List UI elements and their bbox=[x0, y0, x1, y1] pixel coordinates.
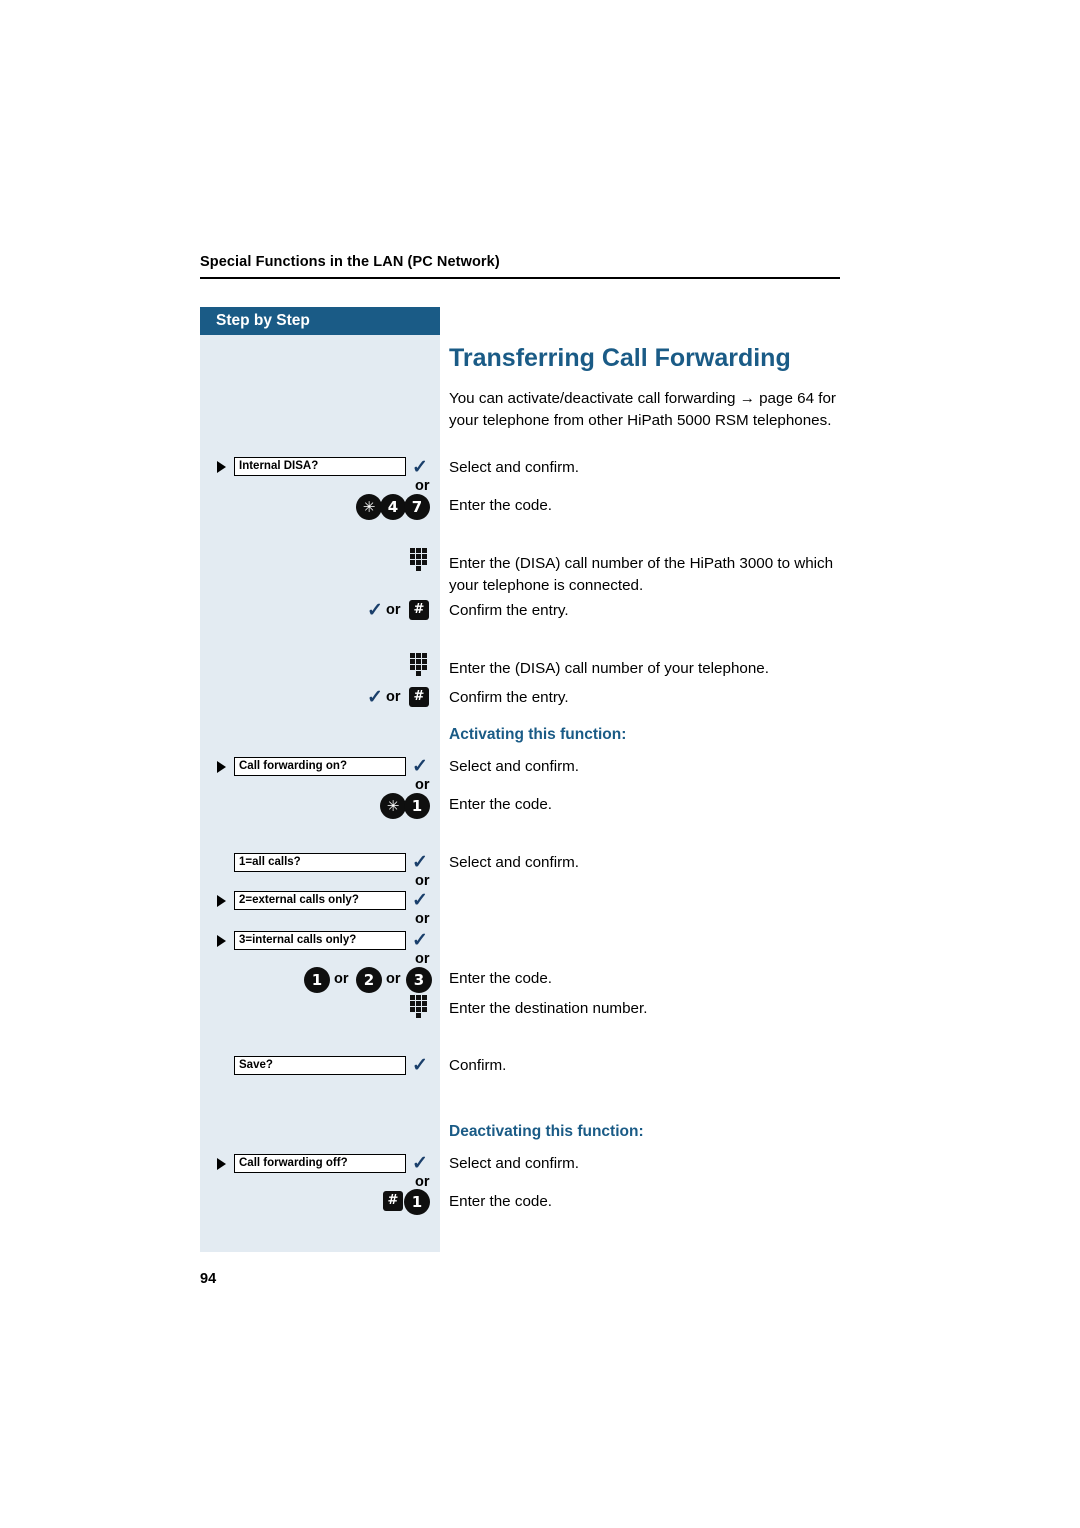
option-internal-disa[interactable]: Internal DISA? bbox=[234, 457, 406, 476]
section-header: Special Functions in the LAN (PC Network… bbox=[200, 254, 500, 270]
checkmark-icon: ✓ bbox=[412, 930, 428, 951]
keypad-icon bbox=[410, 548, 429, 571]
key-3[interactable]: 3 bbox=[406, 967, 432, 993]
document-page: Special Functions in the LAN (PC Network… bbox=[0, 0, 1080, 1528]
key-4[interactable]: 4 bbox=[380, 494, 406, 520]
step-text-destination-number: Enter the destination number. bbox=[449, 1000, 648, 1017]
option-external-calls-only[interactable]: 2=external calls only? bbox=[234, 891, 406, 910]
subheading-deactivating: Deactivating this function: bbox=[449, 1123, 644, 1140]
key-2[interactable]: 2 bbox=[356, 967, 382, 993]
or-label: or bbox=[415, 873, 430, 889]
step-text-select-confirm-1: Select and confirm. bbox=[449, 459, 579, 476]
step-text-confirm-entry-1: Confirm the entry. bbox=[449, 602, 569, 619]
keypad-icon bbox=[410, 995, 429, 1018]
key-star[interactable]: ✳ bbox=[356, 494, 382, 520]
checkmark-icon: ✓ bbox=[412, 890, 428, 911]
header-divider bbox=[200, 277, 840, 279]
subheading-activating: Activating this function: bbox=[449, 726, 627, 743]
option-internal-calls-only[interactable]: 3=internal calls only? bbox=[234, 931, 406, 950]
step-text-enter-code-1: Enter the code. bbox=[449, 497, 553, 514]
key-1[interactable]: 1 bbox=[304, 967, 330, 993]
or-label: or bbox=[415, 777, 430, 793]
key-1[interactable]: 1 bbox=[404, 1189, 430, 1215]
page-number: 94 bbox=[200, 1271, 217, 1287]
checkmark-icon: ✓ bbox=[412, 1153, 428, 1174]
option-call-forwarding-off[interactable]: Call forwarding off? bbox=[234, 1154, 406, 1173]
step-by-step-banner: Step by Step bbox=[200, 307, 440, 335]
key-hash[interactable]: # bbox=[409, 687, 429, 707]
intro-paragraph: You can activate/deactivate call forward… bbox=[449, 390, 836, 429]
or-label: or bbox=[415, 478, 430, 494]
or-label: or bbox=[334, 971, 349, 987]
checkmark-icon: ✓ bbox=[412, 852, 428, 873]
step-text-disa-your-phone: Enter the (DISA) call number of your tel… bbox=[449, 660, 769, 677]
step-text-select-confirm-3: Select and confirm. bbox=[449, 854, 579, 871]
key-hash[interactable]: # bbox=[409, 600, 429, 620]
key-7[interactable]: 7 bbox=[404, 494, 430, 520]
option-call-forwarding-on[interactable]: Call forwarding on? bbox=[234, 757, 406, 776]
step-text-select-confirm-4: Select and confirm. bbox=[449, 1155, 579, 1172]
step-text-enter-code-2: Enter the code. bbox=[449, 796, 553, 813]
or-label: or bbox=[386, 602, 401, 618]
keypad-icon bbox=[410, 653, 429, 676]
page-title: Transferring Call Forwarding bbox=[449, 344, 791, 372]
or-label: or bbox=[386, 689, 401, 705]
step-text-confirm-entry-2: Confirm the entry. bbox=[449, 689, 569, 706]
step-text-confirm: Confirm. bbox=[449, 1057, 507, 1074]
checkmark-icon: ✓ bbox=[412, 1055, 428, 1076]
or-label: or bbox=[386, 971, 401, 987]
checkmark-icon: ✓ bbox=[412, 457, 428, 478]
checkmark-icon: ✓ bbox=[367, 687, 383, 708]
key-1[interactable]: 1 bbox=[404, 793, 430, 819]
key-hash[interactable]: # bbox=[383, 1191, 403, 1211]
arrow-icon bbox=[217, 1158, 226, 1170]
step-text-enter-code-4: Enter the code. bbox=[449, 1193, 553, 1210]
key-star[interactable]: ✳ bbox=[380, 793, 406, 819]
step-text-enter-code-3: Enter the code. bbox=[449, 970, 553, 987]
or-label: or bbox=[415, 911, 430, 927]
arrow-icon bbox=[217, 461, 226, 473]
arrow-icon bbox=[217, 895, 226, 907]
checkmark-icon: ✓ bbox=[367, 600, 383, 621]
step-text-select-confirm-2: Select and confirm. bbox=[449, 758, 579, 775]
option-save[interactable]: Save? bbox=[234, 1056, 406, 1075]
or-label: or bbox=[415, 951, 430, 967]
or-label: or bbox=[415, 1174, 430, 1190]
step-by-step-label: Step by Step bbox=[216, 312, 310, 329]
checkmark-icon: ✓ bbox=[412, 756, 428, 777]
arrow-icon bbox=[217, 761, 226, 773]
step-text-disa-hipath3000: Enter the (DISA) call number of the HiPa… bbox=[449, 555, 834, 594]
arrow-icon bbox=[217, 935, 226, 947]
option-all-calls[interactable]: 1=all calls? bbox=[234, 853, 406, 872]
